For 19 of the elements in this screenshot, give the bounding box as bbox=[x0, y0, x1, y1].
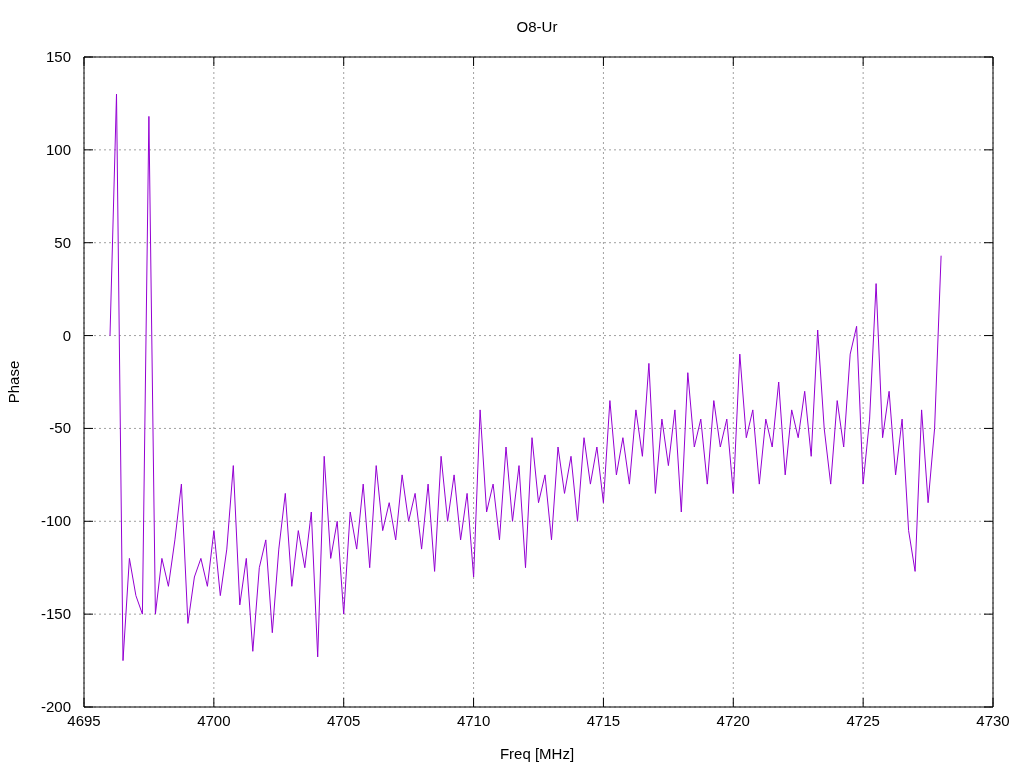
x-tick-label: 4700 bbox=[197, 712, 231, 729]
x-tick-label: 4730 bbox=[976, 712, 1010, 729]
chart-title: O8-Ur bbox=[516, 18, 558, 35]
y-tick-label: 150 bbox=[45, 48, 71, 65]
y-tick-label: -50 bbox=[49, 419, 71, 437]
y-tick-label: 100 bbox=[45, 140, 71, 158]
x-tick-label: 4695 bbox=[67, 712, 101, 729]
y-axis-title: Phase bbox=[5, 360, 22, 404]
x-tick-label: 4710 bbox=[456, 712, 491, 729]
x-tick-label: 4705 bbox=[327, 712, 361, 729]
y-tick-label: 0 bbox=[62, 326, 71, 344]
y-tick-label: -100 bbox=[40, 512, 71, 530]
x-tick-label: 4720 bbox=[716, 712, 750, 729]
y-tick-label: 50 bbox=[54, 233, 71, 251]
x-tick-label: 4725 bbox=[846, 712, 880, 729]
y-tick-label: -200 bbox=[40, 698, 71, 715]
x-axis-title: Freq [MHz] bbox=[499, 745, 575, 762]
y-tick-label: -150 bbox=[40, 605, 71, 623]
x-tick-label: 4715 bbox=[586, 712, 621, 729]
